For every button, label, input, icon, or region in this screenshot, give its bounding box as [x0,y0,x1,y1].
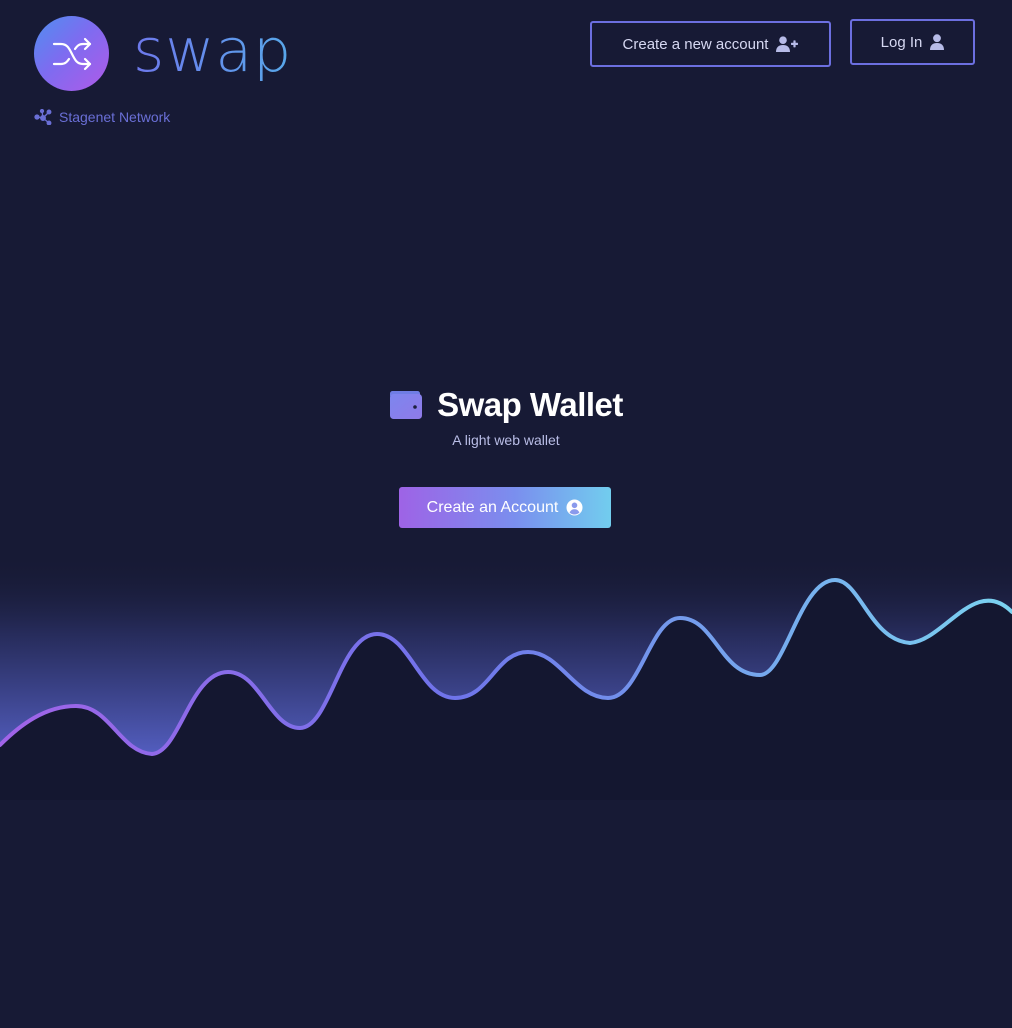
hero-title: Swap Wallet [0,386,1012,424]
create-new-account-label: Create a new account [622,35,769,53]
hero-subtitle: A light web wallet [452,432,560,448]
network-indicator: Stagenet Network [34,109,170,125]
wallet-icon [390,391,423,419]
network-label: Stagenet Network [59,109,171,125]
logo-circle [34,16,109,91]
page-title: Swap Wallet [437,386,623,423]
brand-name: swap [133,15,293,86]
create-new-account-button[interactable]: Create a new account [590,21,831,67]
user-plus-icon [776,36,799,52]
brand-logo-link[interactable]: swap [34,16,292,91]
user-icon [930,34,945,50]
login-button[interactable]: Log In [850,19,975,65]
user-circle-icon [566,499,583,516]
create-an-account-label: Create an Account [426,498,559,516]
shuffle-icon [52,37,91,70]
page: swap Stagenet Network Create a new accou… [0,0,1012,1028]
login-label: Log In [880,33,923,51]
create-an-account-button[interactable]: Create an Account [399,487,611,528]
decorative-wave [0,560,1012,800]
network-nodes-icon [34,109,52,125]
